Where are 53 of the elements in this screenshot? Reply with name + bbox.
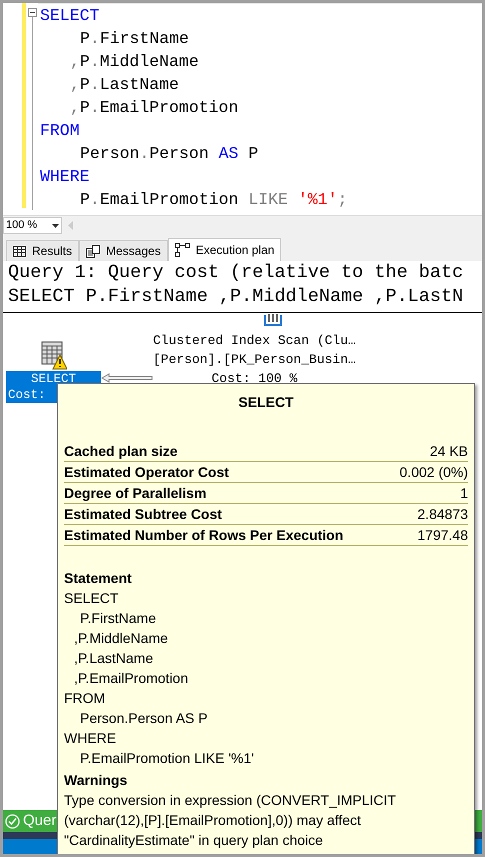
code-line: ,P.MiddleName — [70, 52, 199, 71]
query-header: SELECT P.FirstName ,P.MiddleName ,P.LastN — [8, 286, 464, 307]
property-value: 0.002 (0%) — [400, 463, 468, 482]
property-label: Cached plan size — [64, 442, 178, 461]
section-heading: Warnings — [64, 772, 128, 788]
node-cost: Cost: — [8, 388, 46, 402]
property-value: 1797.48 — [417, 526, 468, 545]
tooltip-title: SELECT — [238, 394, 294, 410]
code-line: ,P.LastName — [70, 75, 179, 94]
document-icon — [86, 244, 100, 258]
statement-line: ,P.LastName — [74, 650, 154, 666]
arrow-icon — [101, 373, 153, 383]
code-line: P.FirstName — [80, 29, 189, 48]
collapse-icon[interactable] — [28, 8, 36, 17]
statement-line: P.EmailPromotion LIKE '%1' — [80, 750, 254, 766]
grid-icon — [13, 246, 26, 256]
code-line: FROM — [40, 121, 80, 140]
table-warning-icon[interactable] — [41, 341, 67, 370]
query-header: Query 1: Query cost (relative to the batc — [8, 262, 464, 283]
property-label: Degree of Parallelism — [64, 484, 206, 503]
code-line: SELECT — [40, 6, 100, 25]
status-text: Quer — [23, 810, 56, 831]
tab[interactable]: Execution plan — [168, 238, 282, 261]
check-icon — [5, 814, 20, 828]
statement-line: Person.Person AS P — [80, 710, 208, 726]
caret-icon — [52, 224, 59, 228]
warning-text: Type conversion in expression (CONVERT_IMPLICIT (varchar(12),[P].[EmailPromotion],0)) may affect "CardinalityEstimate" in query plan choice — [64, 791, 397, 850]
node-label[interactable]: SELECT — [30, 372, 76, 386]
property-label: Estimated Operator Cost — [64, 463, 229, 482]
tab[interactable]: Results — [6, 240, 80, 261]
section-heading: Statement — [64, 570, 132, 586]
statement-line: ,P.MiddleName — [74, 630, 168, 646]
code-line: ,P.EmailPromotion — [70, 98, 238, 117]
statement-line: SELECT — [64, 590, 118, 606]
property-value: 24 KB — [430, 442, 468, 461]
node-label: Clustered Index Scan (Clu… — [153, 333, 356, 348]
node-label: [Person].[PK_Person_Busin… — [153, 352, 356, 367]
property-value: 2.84873 — [417, 505, 468, 524]
statement-line: P.FirstName — [80, 610, 156, 626]
zoom-dropdown[interactable]: 100 % — [3, 217, 62, 234]
property-label: Estimated Number of Rows Per Execution — [64, 526, 344, 545]
flowchart-icon — [174, 243, 190, 257]
tab[interactable]: Messages — [79, 240, 168, 261]
statement-line: WHERE — [64, 730, 116, 746]
code-line: WHERE — [40, 167, 90, 186]
statement-line: ,P.EmailPromotion — [74, 670, 188, 686]
statement-line: FROM — [64, 690, 106, 706]
property-value: 1 — [460, 484, 468, 503]
code-line: Person.Person AS P — [80, 144, 258, 163]
code-line: P.EmailPromotion LIKE '%1'; — [80, 190, 348, 209]
property-label: Estimated Subtree Cost — [64, 505, 222, 524]
node-cost: Cost: 100 % — [212, 371, 298, 386]
scan-icon[interactable] — [262, 313, 284, 329]
